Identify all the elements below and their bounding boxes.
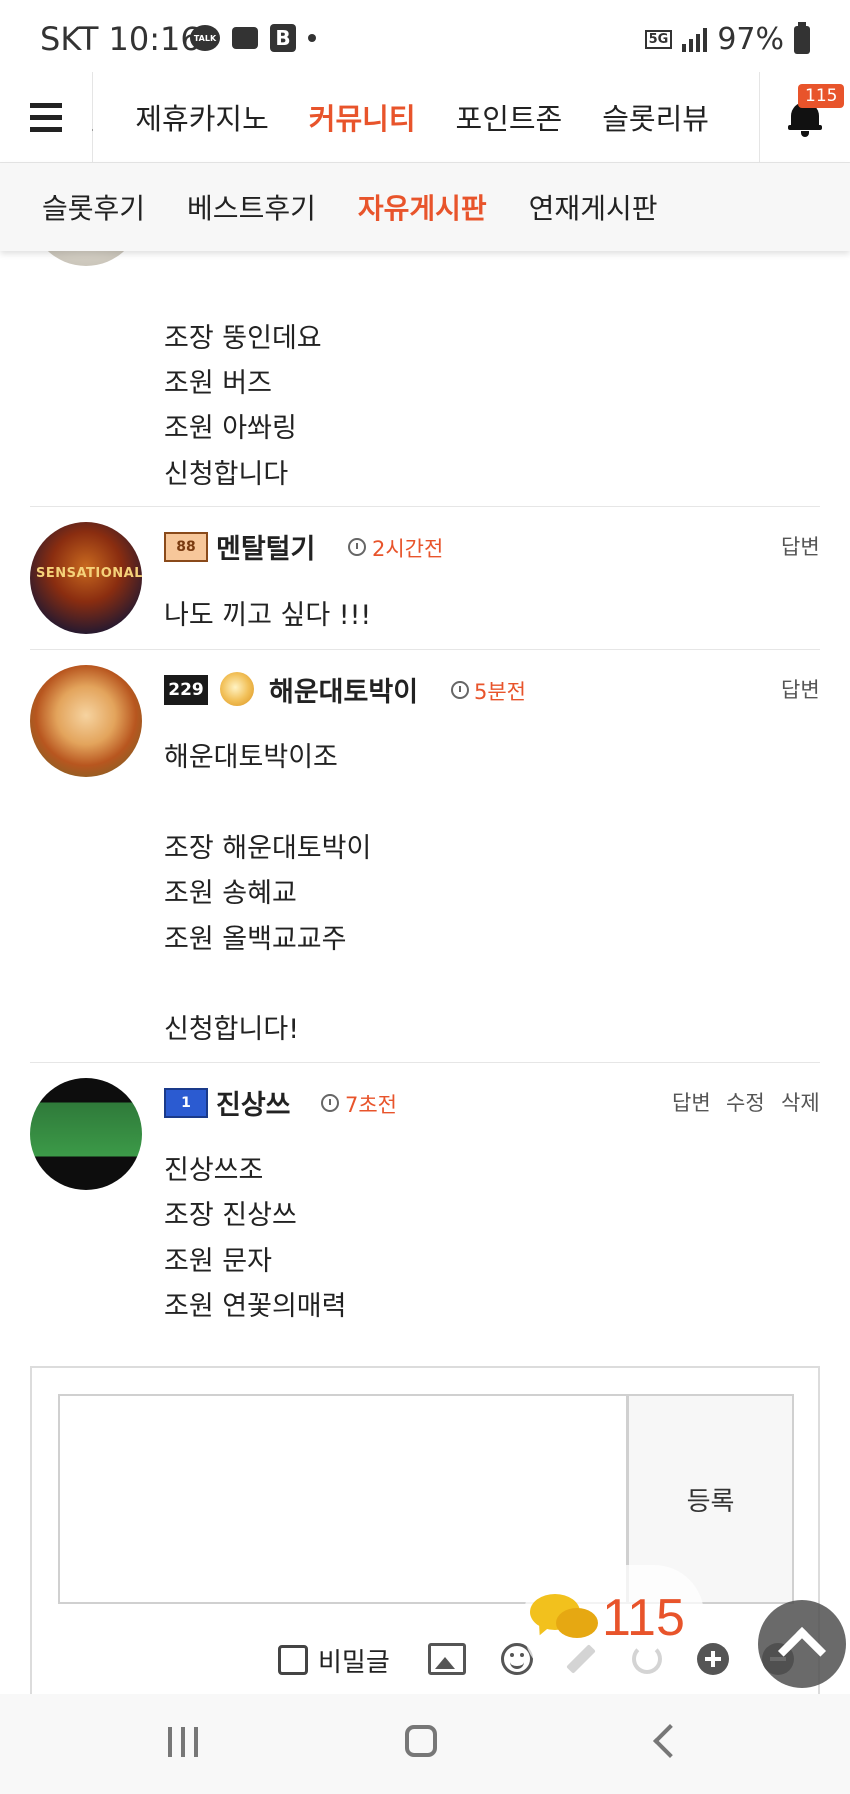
scroll-top-button[interactable] [758,1600,846,1688]
comment-text: 조원 아쏴링 [164,413,297,444]
level-badge: 1 [164,1088,208,1118]
tab-serial-board[interactable]: 연재게시판 [529,187,658,227]
nav-item-main[interactable]: 메인 [92,96,95,138]
reply-button[interactable]: 답변 [781,674,820,704]
delete-button[interactable]: 삭제 [781,1087,820,1117]
clock-icon [451,681,469,699]
username[interactable]: 진상쓰 [216,1083,291,1122]
image-upload-button[interactable] [427,1640,467,1678]
comment-text: 신청합니다! [164,1014,300,1045]
comment-text: 신청합니다 [164,459,289,490]
image-icon [428,1643,466,1675]
username[interactable]: 해운대토박이 [269,670,418,709]
divider [30,506,820,507]
sub-nav: 슬롯후기 베스트후기 자유게시판 연재게시판 [0,163,850,251]
nav-item-point-zone[interactable]: 포인트존 [456,96,563,138]
floating-comment-count[interactable]: 115 [602,1588,685,1648]
comment-time: 7초전 [345,1093,398,1117]
comment-time: 2시간전 [372,537,444,561]
tab-free-board[interactable]: 자유게시판 [358,187,487,227]
comment-bubble-icon [556,1608,598,1638]
tab-slot-reviews[interactable]: 슬롯후기 [42,187,145,227]
level-badge: 229 [164,675,208,705]
comment-text: 조원 연꽃의매력 [164,1291,347,1322]
comment-text: 해운대토박이조 [164,742,338,773]
comment-text: 나도 끼고 싶다 !!! [164,600,372,631]
comment-text: 조원 문자 [164,1246,272,1277]
avatar[interactable] [30,1078,142,1190]
reply-button[interactable]: 답변 [781,531,820,561]
tab-best-reviews[interactable]: 베스트후기 [187,187,316,227]
comment-text: 조원 송혜교 [164,878,297,909]
comment-text: 조원 버즈 [164,368,272,399]
comment-text: 조장 진상쓰 [164,1200,297,1231]
clock-icon [321,1094,339,1112]
android-nav-bar [0,1694,850,1794]
nav-item-partner-casino[interactable]: 제휴카지노 [135,96,268,138]
main-nav: 메인 제휴카지노 커뮤니티 포인트존 슬롯리뷰 115 [0,72,850,163]
edit-button[interactable]: 수정 [726,1087,765,1117]
notifications-button[interactable]: 115 [759,72,850,162]
home-button[interactable] [405,1725,437,1757]
avatar[interactable] [30,665,142,777]
nav-item-slot-review[interactable]: 슬롯리뷰 [602,96,709,138]
avatar[interactable]: SENSATIONAL [30,522,142,634]
comment-time: 5분전 [474,680,527,704]
plus-icon [697,1643,729,1675]
comment-list: 조장 뚱인데요 조원 버즈 조원 아쏴링 신청합니다 SENSATIONAL 8… [0,0,850,1700]
menu-button[interactable] [0,72,93,162]
comment-text: 진상쓰조 [164,1155,264,1186]
comment-text: 조장 뚱인데요 [164,323,322,354]
comment-text: 조원 올백교교주 [164,924,347,955]
nav-items: 메인 제휴카지노 커뮤니티 포인트존 슬롯리뷰 [92,72,760,162]
comment-textarea[interactable] [58,1394,628,1604]
back-button[interactable] [653,1724,687,1758]
emblem-icon [220,672,254,706]
recent-apps-button[interactable] [168,1727,198,1757]
notification-badge: 115 [798,84,845,108]
hamburger-icon [30,102,62,108]
clock-icon [348,538,366,556]
chevron-up-icon [777,1626,827,1676]
divider [30,1062,820,1063]
secret-checkbox[interactable] [278,1645,308,1675]
divider [30,649,820,650]
secret-label: 비밀글 [318,1648,390,1678]
comment-text: 조장 해운대토박이 [164,833,372,864]
nav-item-community[interactable]: 커뮤니티 [309,96,416,138]
reply-button[interactable]: 답변 [672,1087,711,1117]
level-badge: 88 [164,532,208,562]
avatar-text: SENSATIONAL [36,566,142,581]
username[interactable]: 멘탈털기 [216,527,315,566]
